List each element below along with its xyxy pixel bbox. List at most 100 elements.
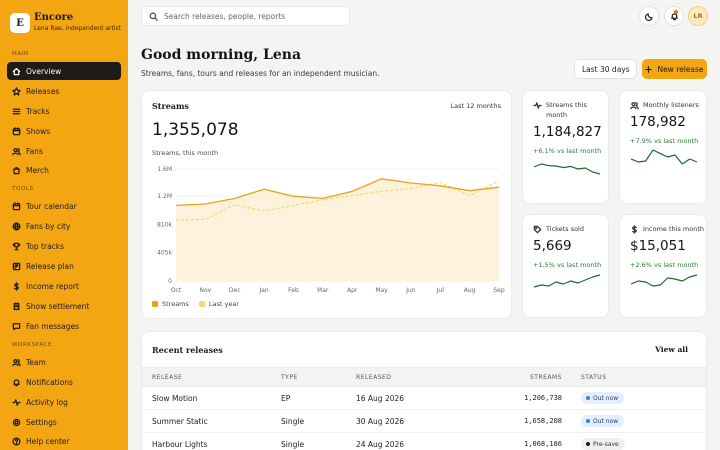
streams-card: Streams Last 12 months 1,355,078 Streams… xyxy=(141,90,512,319)
y-tick-label: 405k xyxy=(157,250,172,257)
sidebar-item-label: Show settlement xyxy=(26,301,90,311)
sidebar-item-fan-messages[interactable]: Fan messages xyxy=(7,317,121,335)
brand-logo: E xyxy=(10,13,30,33)
stat-value: $15,051 xyxy=(630,238,686,254)
column-header-released[interactable]: RELEASED xyxy=(356,374,391,381)
column-header-type[interactable]: TYPE xyxy=(281,374,298,381)
cell-type: Single xyxy=(281,440,305,449)
receipt-icon xyxy=(13,302,20,310)
sidebar-item-tracks[interactable]: Tracks xyxy=(7,102,121,120)
trophy-icon xyxy=(12,242,21,250)
sidebar-item-settings[interactable]: Settings xyxy=(7,413,121,431)
sidebar-item-fans[interactable]: Fans xyxy=(7,142,121,160)
sidebar-item-merch[interactable]: Merch xyxy=(7,161,121,179)
stat-card-income: Income this month $15,051 +2.6% vs last … xyxy=(619,214,707,318)
sidebar-item-label: Tracks xyxy=(26,106,50,116)
stat-label: Monthly listeners xyxy=(643,101,699,109)
sparkline-path xyxy=(533,163,601,175)
sidebar-item-income-report[interactable]: Income report xyxy=(7,277,121,295)
bag-icon xyxy=(13,166,20,174)
x-tick-label: Apr xyxy=(347,287,358,294)
theme-toggle-button[interactable] xyxy=(639,6,659,26)
stat-sparkline xyxy=(630,149,698,165)
x-tick-label: Jun xyxy=(405,287,416,294)
x-tick-label: May xyxy=(375,287,388,294)
stat-label: Streams this month xyxy=(546,101,587,119)
stat-card-streams: Streams this month 1,184,827 +6.1% vs la… xyxy=(522,90,609,204)
sparkline-path xyxy=(630,149,698,165)
sidebar-item-fans-by-city[interactable]: Fans by city xyxy=(7,217,121,235)
sidebar-item-top-tracks[interactable]: Top tracks xyxy=(7,237,121,255)
brand[interactable]: E Encore Lena Rae, independent artist xyxy=(10,11,121,33)
x-tick-label: Jan xyxy=(258,287,268,294)
message-icon xyxy=(12,322,21,330)
status-badge: Out now xyxy=(581,392,625,404)
sidebar-item-label: Settings xyxy=(26,417,57,427)
y-tick-label: 0 xyxy=(168,278,172,285)
new-release-button[interactable]: New release xyxy=(642,59,707,79)
sparkline-path xyxy=(630,274,698,287)
view-all-link[interactable]: View all xyxy=(655,345,688,354)
column-header-release[interactable]: RELEASE xyxy=(152,374,182,381)
recent-releases-title: Recent releases xyxy=(152,345,223,355)
table-row[interactable]: Harbour Lights Single 24 Aug 2026 1,068,… xyxy=(142,433,706,450)
sidebar-item-team[interactable]: Team xyxy=(7,353,121,371)
legend-swatch xyxy=(152,301,158,307)
column-header-status[interactable]: STATUS xyxy=(581,374,607,381)
x-tick-label: Feb xyxy=(288,287,299,294)
new-release-label: New release xyxy=(657,64,704,74)
search-box[interactable] xyxy=(141,6,350,26)
sidebar-item-label: Fans by city xyxy=(26,221,71,231)
table-row[interactable]: Summer Static Single 30 Aug 2026 1,658,2… xyxy=(142,410,706,433)
stat-sparkline xyxy=(533,274,601,288)
series-area-streams xyxy=(176,178,499,281)
sidebar-item-release-plan[interactable]: Release plan xyxy=(7,257,121,275)
table-row[interactable]: Slow Motion EP 16 Aug 2026 1,206,738 Out… xyxy=(142,387,706,410)
notifications-button[interactable] xyxy=(664,6,684,26)
stat-delta: +7.9% vs last month xyxy=(630,137,699,145)
y-tick-label: 810k xyxy=(157,221,172,228)
column-header-streams[interactable]: STREAMS xyxy=(502,374,562,381)
cell-released: 24 Aug 2026 xyxy=(356,440,405,449)
tag-icon xyxy=(533,225,542,234)
globe-icon xyxy=(12,222,21,230)
stat-label: Tickets sold xyxy=(546,225,584,233)
status-dot xyxy=(586,419,590,423)
sidebar-item-notifications[interactable]: Notifications xyxy=(7,373,121,391)
avatar[interactable]: LR xyxy=(688,6,708,26)
sidebar-item-label: Fans xyxy=(26,146,43,156)
star-icon xyxy=(12,86,21,96)
stat-header: Monthly listeners xyxy=(630,100,699,110)
sidebar-item-help-center[interactable]: Help center xyxy=(7,432,121,450)
plus-icon xyxy=(645,65,653,73)
sidebar-item-label: Activity log xyxy=(26,397,68,407)
sparkline-path xyxy=(533,274,601,288)
bell-icon xyxy=(13,378,20,386)
date-range-select[interactable]: Last 30 days xyxy=(574,59,637,79)
sidebar-item-tour-calendar[interactable]: Tour calendar xyxy=(7,197,121,215)
date-range-value: Last 30 days xyxy=(582,64,630,74)
x-tick-label: Dec xyxy=(229,287,241,294)
search-input[interactable] xyxy=(164,11,344,21)
legend-label: Last year xyxy=(208,300,240,308)
stat-delta: +2.6% vs last month xyxy=(630,261,699,269)
sidebar-item-show-settlement[interactable]: Show settlement xyxy=(7,297,121,315)
cell-release: Summer Static xyxy=(152,417,208,426)
sidebar-item-activity-log[interactable]: Activity log xyxy=(7,393,121,411)
cell-streams: 1,068,186 xyxy=(524,440,562,448)
x-tick-label: Sep xyxy=(493,287,505,294)
page-title: Good morning, Lena xyxy=(141,47,302,63)
sidebar: E Encore Lena Rae, independent artist MA… xyxy=(0,0,128,450)
brand-subtitle: Lena Rae, independent artist xyxy=(34,25,122,32)
table-header: RELEASE TYPE RELEASED STREAMS STATUS xyxy=(142,367,706,387)
sidebar-item-label: Release plan xyxy=(26,261,74,271)
legend-item-streams: Streams xyxy=(152,300,189,308)
chevron-down-icon xyxy=(634,68,636,70)
cell-release: Slow Motion xyxy=(152,394,198,403)
sidebar-item-shows[interactable]: Shows xyxy=(7,122,121,140)
legend-item-last-year: Last year xyxy=(198,300,240,308)
sidebar-item-releases[interactable]: Releases xyxy=(7,82,121,100)
cell-type: Single xyxy=(281,417,305,426)
sidebar-item-overview[interactable]: Overview xyxy=(7,62,121,80)
section-label-workspace: WORKSPACE xyxy=(12,342,53,348)
